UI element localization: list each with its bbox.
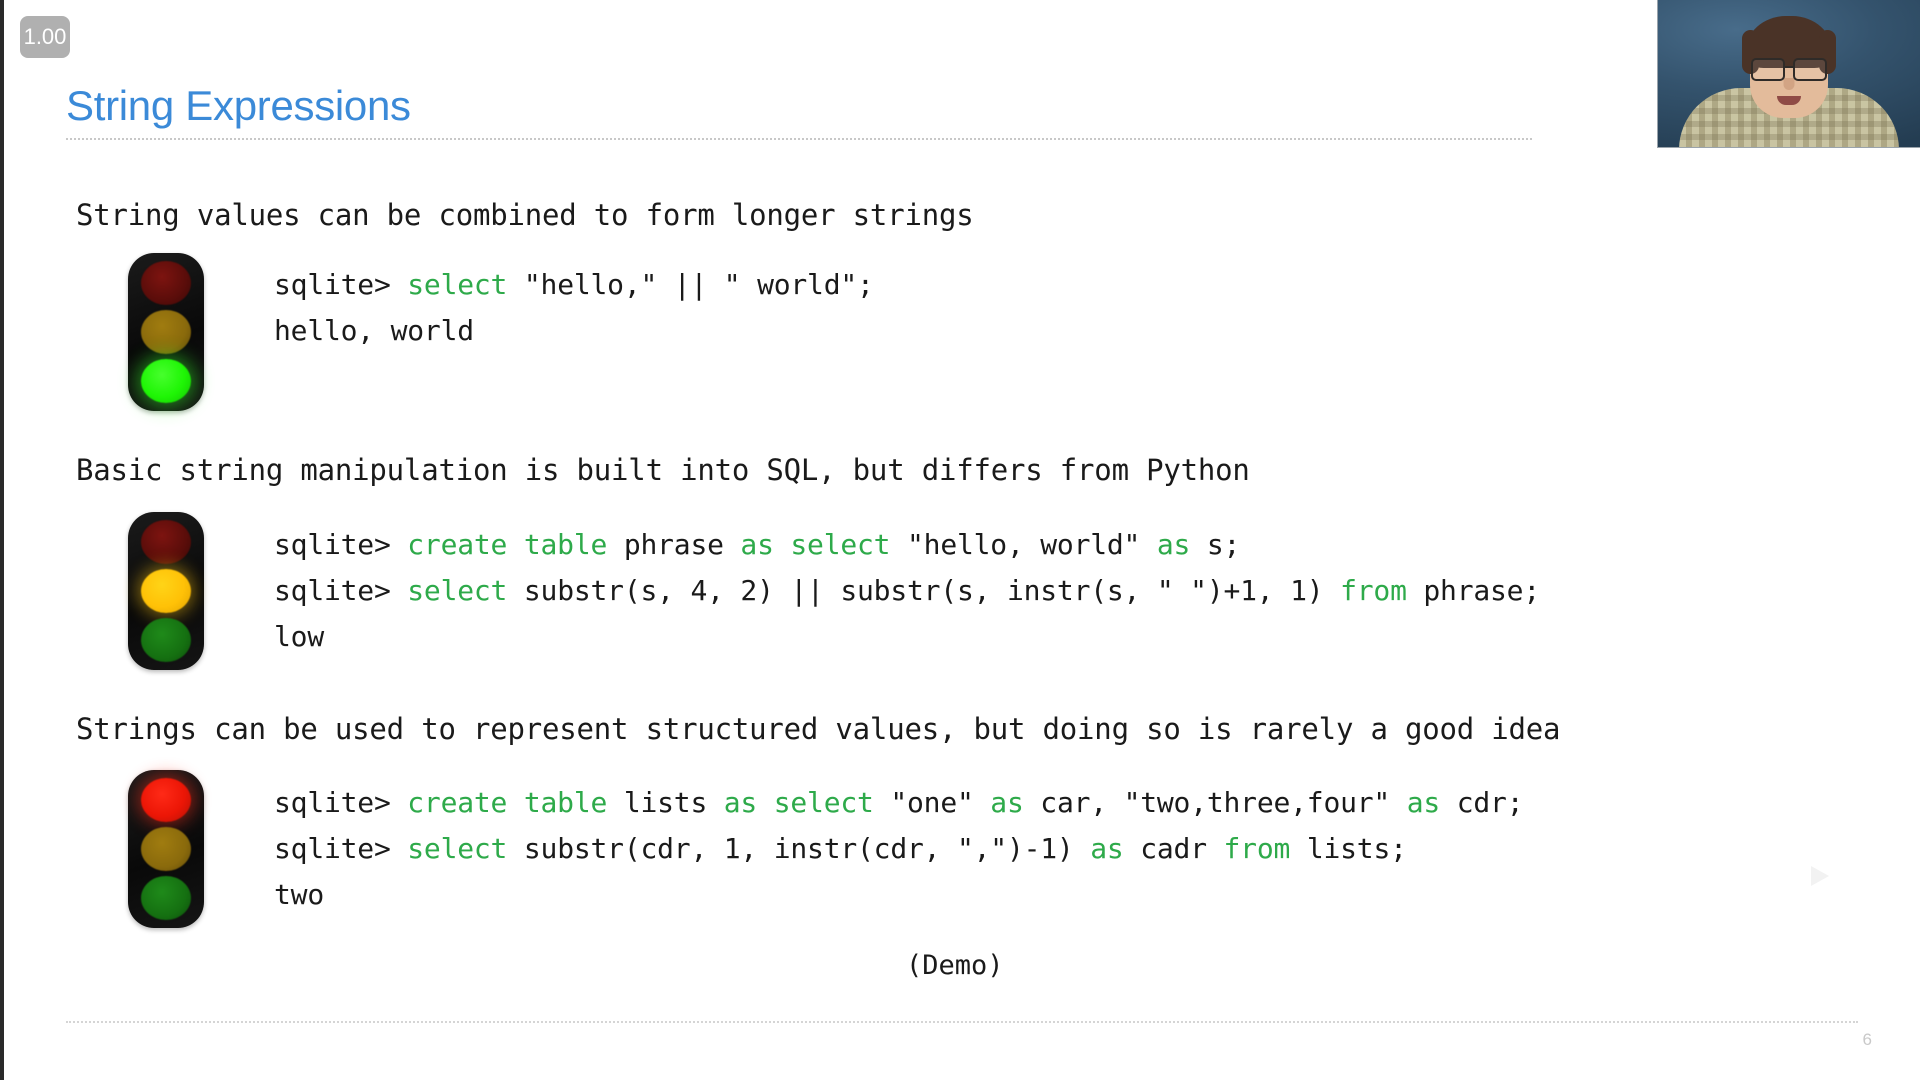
code-text: lists; — [1290, 832, 1407, 865]
traffic-light-red-lamp — [141, 261, 191, 306]
sql-keyword: as — [1406, 786, 1441, 819]
code-line: sqlite> select substr(cdr, 1, instr(cdr,… — [274, 826, 1523, 872]
code-line: two — [274, 872, 1523, 918]
code-text: phrase — [607, 528, 741, 561]
sql-keyword: select — [407, 574, 508, 607]
sql-keyword: as select — [723, 786, 874, 819]
code-text: cadr — [1123, 832, 1224, 865]
traffic-light-green — [128, 253, 204, 411]
code-text: hello, world — [274, 314, 474, 347]
page-title: String Expressions — [66, 82, 411, 129]
code-text: two — [274, 878, 324, 911]
code-text: "hello," || " world"; — [507, 268, 874, 301]
code-text: sqlite> — [274, 574, 408, 607]
tv-play-logo-watermark — [1773, 836, 1859, 914]
sql-keyword: create table — [407, 528, 608, 561]
code-text: substr(s, 4, 2) || substr(s, instr(s, " … — [507, 574, 1341, 607]
traffic-light-green-lamp — [141, 875, 191, 920]
section-heading: Basic string manipulation is built into … — [76, 453, 1250, 487]
traffic-light-green-lamp — [141, 617, 191, 662]
code-text: phrase; — [1406, 574, 1540, 607]
code-line: sqlite> select substr(s, 4, 2) || substr… — [274, 568, 1540, 614]
code-text: substr(cdr, 1, instr(cdr, ",")-1) — [507, 832, 1091, 865]
code-text: "hello, world" — [890, 528, 1157, 561]
code-line: low — [274, 614, 1540, 660]
demo-label: (Demo) — [906, 950, 1004, 981]
traffic-light-red — [128, 770, 204, 928]
sql-keyword: select — [407, 268, 508, 301]
code-block: sqlite> select "hello," || " world"; hell… — [274, 262, 874, 354]
sql-keyword: as — [1156, 528, 1191, 561]
traffic-light-amber-lamp — [141, 309, 191, 354]
traffic-light-amber — [128, 512, 204, 670]
title-divider — [66, 138, 1532, 140]
code-block: sqlite> create table lists as select "on… — [274, 780, 1524, 918]
code-text: lists — [607, 786, 724, 819]
sql-keyword: from — [1223, 832, 1291, 865]
code-text: sqlite> — [274, 786, 408, 819]
traffic-light-red-lamp — [141, 520, 191, 565]
code-text: sqlite> — [274, 832, 408, 865]
traffic-light-amber-lamp — [141, 826, 191, 871]
code-line: sqlite> select "hello," || " world"; — [274, 262, 874, 308]
sql-keyword: as — [990, 786, 1024, 819]
glasses-right-lens — [1792, 58, 1827, 81]
code-line: sqlite> create table phrase as select "h… — [274, 522, 1540, 568]
sql-keyword: from — [1340, 574, 1407, 607]
instructor-webcam-video[interactable] — [1657, 0, 1920, 148]
code-text: low — [274, 620, 324, 653]
traffic-light-amber-lamp — [141, 568, 191, 613]
code-text: car, "two,three,four" — [1023, 786, 1407, 819]
code-line: hello, world — [274, 308, 874, 354]
code-text: sqlite> — [274, 268, 408, 301]
sql-keyword: as — [1090, 832, 1124, 865]
traffic-light-green-lamp — [141, 358, 191, 403]
code-line: sqlite> create table lists as select "on… — [274, 780, 1524, 826]
slide-canvas: String Expressions String values can be … — [0, 0, 1920, 1080]
sql-keyword: as select — [740, 528, 891, 561]
sql-keyword: select — [407, 832, 508, 865]
code-text: sqlite> — [274, 528, 408, 561]
webcam-nose — [1783, 78, 1794, 90]
playback-speed-badge[interactable]: 1.00 — [20, 16, 70, 58]
page-number: 6 — [1862, 1030, 1872, 1049]
code-text: s; — [1190, 528, 1241, 561]
code-block: sqlite> create table phrase as select "h… — [274, 522, 1540, 660]
section-heading: String values can be combined to form lo… — [76, 198, 974, 232]
sql-keyword: create table — [407, 786, 608, 819]
code-text: "one" — [873, 786, 991, 819]
code-text: cdr; — [1440, 786, 1524, 819]
glasses-left-lens — [1750, 58, 1785, 81]
section-heading: Strings can be used to represent structu… — [76, 712, 1561, 746]
glasses-icon — [1749, 58, 1829, 81]
footer-divider — [66, 1021, 1858, 1023]
traffic-light-red-lamp — [141, 778, 191, 823]
